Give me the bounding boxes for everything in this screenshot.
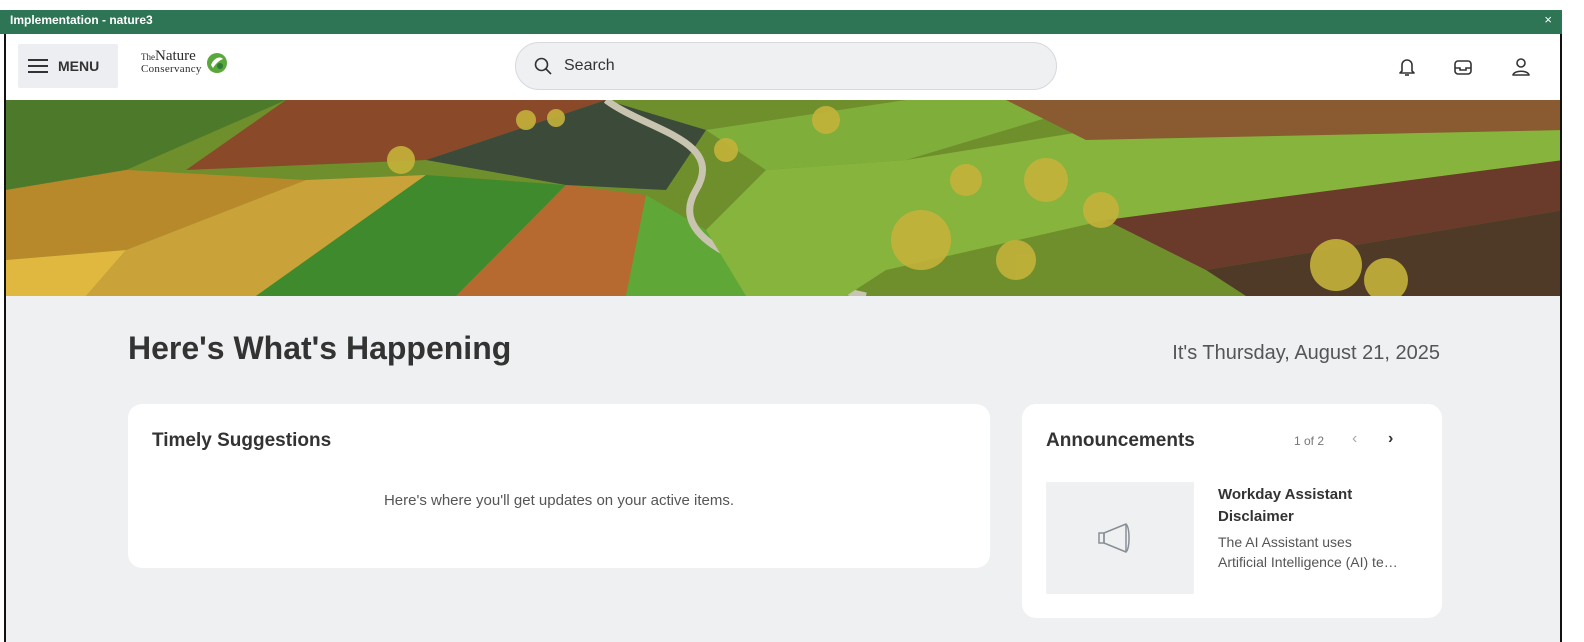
announcement-body-line1: The AI Assistant uses (1218, 534, 1352, 550)
bell-icon[interactable] (1394, 54, 1420, 80)
announcement-body-line2: Artificial Intelligence (AI) te… (1218, 554, 1398, 570)
logo-line2: Conservancy (141, 63, 202, 75)
search-bar[interactable] (515, 42, 1057, 90)
top-bar: MENU TheNature Conservancy (6, 34, 1560, 100)
inbox-icon[interactable] (1450, 54, 1476, 80)
announcement-body: The AI Assistant uses Artificial Intelli… (1218, 532, 1428, 572)
announcements-pager: 1 of 2 (1294, 434, 1325, 448)
close-icon[interactable]: × (1544, 12, 1552, 27)
timely-suggestions-message: Here's where you'll get updates on your … (383, 492, 735, 509)
previous-announcement-button[interactable]: ‹ (1352, 430, 1357, 448)
search-icon (534, 57, 552, 75)
megaphone-icon (1098, 523, 1130, 553)
timely-suggestions-card: Timely Suggestions Here's where you'll g… (128, 404, 990, 568)
page-title: Here's What's Happening (128, 330, 512, 366)
next-announcement-button[interactable]: › (1388, 430, 1393, 448)
profile-icon[interactable] (1508, 54, 1534, 80)
logo-line1: Nature (155, 48, 196, 64)
logo-prefix: The (141, 52, 155, 62)
nature-conservancy-logo[interactable]: TheNature Conservancy (141, 48, 228, 75)
leaf-logo-icon (206, 52, 227, 73)
announcements-title: Announcements (1046, 430, 1195, 451)
search-input[interactable] (564, 57, 1004, 75)
hamburger-icon (28, 59, 48, 73)
timely-suggestions-title: Timely Suggestions (152, 430, 332, 451)
workday-shell: MENU TheNature Conservancy Search Here's… (4, 34, 1562, 642)
menu-button[interactable]: MENU (18, 44, 118, 88)
current-date: It's Thursday, August 21, 2025 (1172, 342, 1440, 364)
environment-bar: Implementation - nature3 × (0, 10, 1562, 34)
hero-banner-image (6, 100, 1560, 296)
app-frame: Implementation - nature3 × MENU TheNatur… (0, 0, 1584, 642)
home-content: Here's What's Happening It's Thursday, A… (6, 296, 1560, 642)
announcement-thumbnail[interactable] (1046, 482, 1194, 594)
announcement-title-link[interactable]: Workday Assistant Disclaimer (1218, 484, 1418, 528)
announcements-card: Announcements 1 of 2 ‹ › Workday Assista… (1022, 404, 1442, 618)
environment-title: Implementation - nature3 (10, 13, 153, 27)
menu-label: MENU (58, 58, 100, 74)
